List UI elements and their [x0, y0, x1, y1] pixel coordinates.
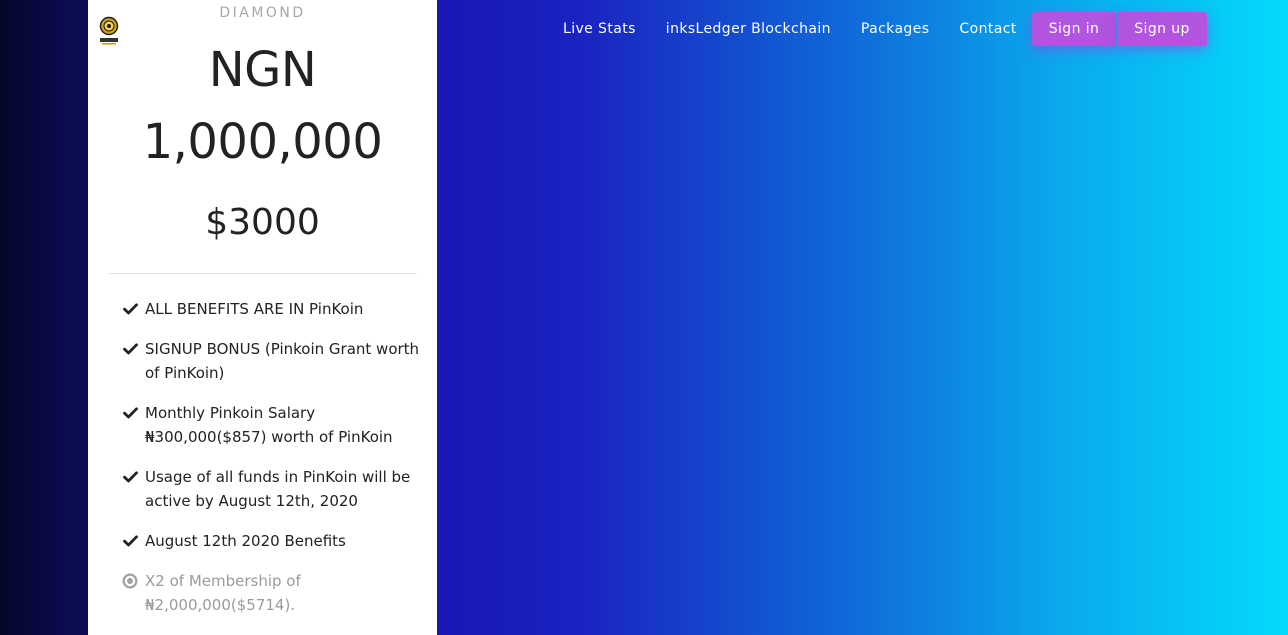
check-icon: [122, 529, 138, 553]
top-navigation: Live Stats inksLedger Blockchain Package…: [548, 12, 1207, 46]
pricing-card: DIAMOND NGN 1,000,000 $3000 ALL BENEFITS…: [88, 0, 437, 635]
radio-dot-icon: [122, 569, 138, 593]
nav-link-inksledger-blockchain[interactable]: inksLedger Blockchain: [651, 12, 846, 46]
check-icon: [122, 465, 138, 489]
feature-text: August 12th 2020 Benefits: [145, 532, 346, 550]
feature-item: SIGNUP BONUS (Pinkoin Grant worth of Pin…: [122, 337, 422, 385]
sign-in-button[interactable]: Sign in: [1031, 12, 1117, 46]
price-amount: 1,000,000: [142, 114, 383, 170]
package-tier-label: DIAMOND: [219, 5, 306, 21]
price-currency: NGN: [208, 42, 317, 98]
feature-item-inactive: X2 of Membership of ₦2,000,000($5714).: [122, 569, 422, 617]
sign-up-button[interactable]: Sign up: [1117, 12, 1207, 46]
feature-item: August 12th 2020 Benefits: [122, 529, 422, 553]
feature-text: Usage of all funds in PinKoin will be ac…: [145, 468, 411, 510]
check-icon: [122, 401, 138, 425]
price-ngn: NGN 1,000,000: [88, 34, 437, 178]
check-icon: [122, 337, 138, 361]
feature-text: ALL BENEFITS ARE IN PinKoin: [145, 300, 364, 318]
feature-text: X2 of Membership of ₦2,000,000($5714).: [145, 572, 301, 614]
feature-item: Usage of all funds in PinKoin will be ac…: [122, 465, 422, 513]
divider: [108, 273, 417, 274]
nav-link-packages[interactable]: Packages: [846, 12, 945, 46]
check-icon: [122, 297, 138, 321]
nav-link-live-stats[interactable]: Live Stats: [548, 12, 651, 46]
feature-list: ALL BENEFITS ARE IN PinKoin SIGNUP BONUS…: [122, 297, 422, 633]
feature-item: ALL BENEFITS ARE IN PinKoin: [122, 297, 422, 321]
feature-text: SIGNUP BONUS (Pinkoin Grant worth of Pin…: [145, 340, 420, 382]
feature-item: Monthly Pinkoin Salary ₦300,000($857) wo…: [122, 401, 422, 449]
feature-text: Monthly Pinkoin Salary ₦300,000($857) wo…: [145, 404, 393, 446]
price-usd: $3000: [205, 202, 320, 243]
nav-link-contact[interactable]: Contact: [944, 12, 1031, 46]
